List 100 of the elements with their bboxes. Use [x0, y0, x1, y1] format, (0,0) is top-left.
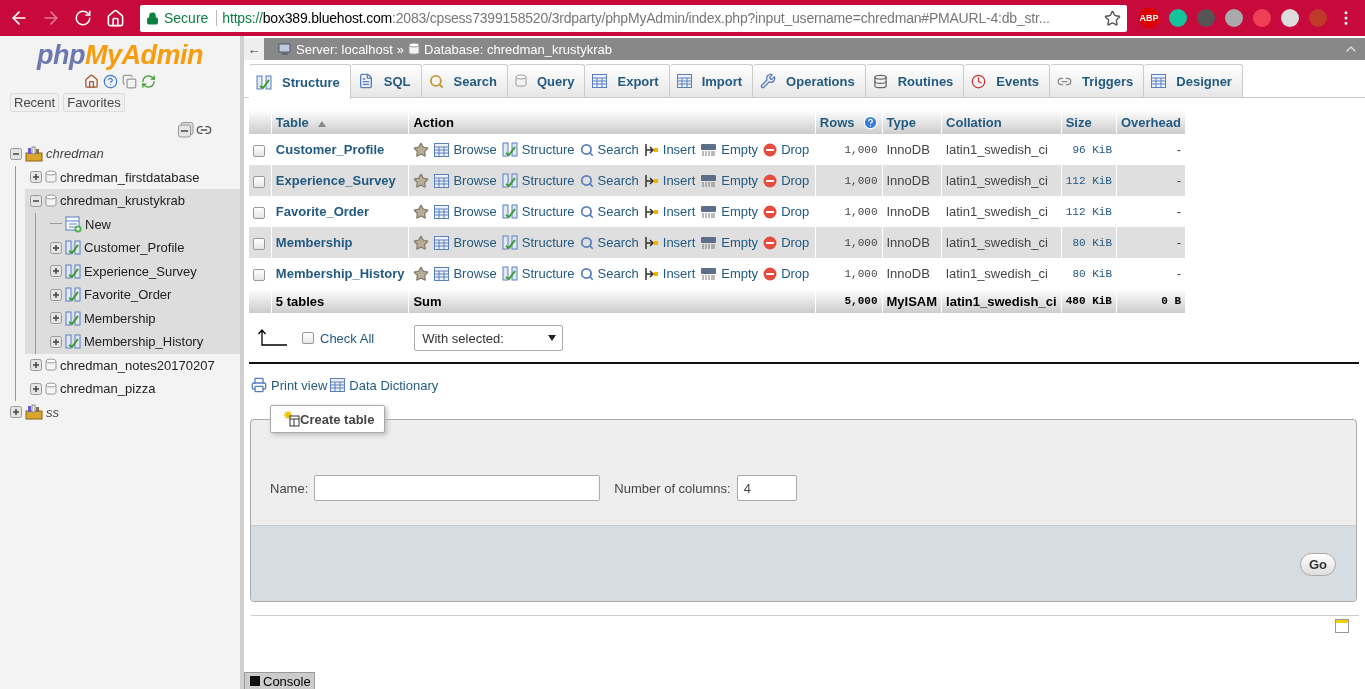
extension-icon[interactable]	[1225, 9, 1243, 27]
insert-link[interactable]: Insert	[643, 173, 696, 188]
size-link[interactable]: 96 KiB	[1072, 143, 1112, 156]
checkbox[interactable]	[253, 268, 265, 281]
tab[interactable]: Routines	[865, 64, 965, 97]
expand-icon[interactable]	[50, 288, 62, 301]
browse-link[interactable]: Browse	[434, 235, 497, 250]
tree-item[interactable]: New	[85, 216, 111, 232]
table-link[interactable]: Favorite_Order	[275, 204, 370, 219]
drop-link[interactable]: Drop	[763, 266, 810, 281]
tree-item[interactable]: Membership	[84, 310, 156, 326]
search-link[interactable]: Search	[579, 235, 639, 250]
tree-item[interactable]: Customer_Profile	[84, 240, 185, 256]
tab[interactable]: Triggers	[1050, 64, 1145, 97]
structure-link[interactable]: Structure	[501, 266, 575, 281]
adblock-extension[interactable]: ABP	[1139, 8, 1159, 28]
table-link[interactable]: Customer_Profile	[275, 142, 385, 157]
size-link[interactable]: 112 KiB	[1065, 174, 1112, 187]
column-header[interactable]: Type	[882, 110, 942, 134]
breadcrumb-link[interactable]: Server: localhost	[296, 41, 393, 57]
checkbox[interactable]	[302, 332, 314, 344]
empty-link[interactable]: Empty	[700, 142, 759, 157]
go-button[interactable]: Go	[1299, 553, 1336, 576]
sidebar-button[interactable]: Recent	[10, 93, 60, 112]
expand-icon[interactable]	[50, 312, 62, 325]
expand-icon[interactable]	[30, 171, 42, 184]
tree-item[interactable]: Favorite_Order	[84, 287, 172, 303]
drop-link[interactable]: Drop	[763, 142, 810, 157]
tab[interactable]: SQL	[350, 64, 422, 97]
structure-link[interactable]: Structure	[501, 142, 575, 157]
tree-item[interactable]: ss	[46, 404, 59, 420]
checkbox[interactable]	[253, 206, 265, 219]
empty-link[interactable]: Empty	[700, 204, 759, 219]
dictionary-link[interactable]: Data Dictionary	[330, 377, 439, 393]
empty-link[interactable]: Empty	[700, 173, 759, 188]
expand-icon[interactable]	[30, 359, 42, 372]
back-button[interactable]: ←	[244, 38, 264, 60]
size-link[interactable]: 112 KiB	[1065, 205, 1112, 218]
tab[interactable]: Query	[507, 64, 586, 97]
favorite-icon[interactable]	[413, 234, 430, 251]
name-field[interactable]	[314, 475, 601, 501]
column-header[interactable]: Overhead	[1117, 110, 1185, 134]
search-link[interactable]: Search	[579, 173, 639, 188]
size-link[interactable]: 80 KiB	[1072, 236, 1112, 249]
checkbox[interactable]	[253, 237, 265, 250]
home-icon[interactable]	[105, 8, 125, 28]
table-link[interactable]: Membership	[275, 235, 353, 250]
tree-item[interactable]: Membership_History	[84, 334, 204, 350]
reload-icon[interactable]	[74, 9, 92, 27]
console-tab[interactable]: Console	[244, 672, 315, 689]
browse-link[interactable]: Browse	[434, 173, 497, 188]
structure-link[interactable]: Structure	[501, 173, 575, 188]
expand-icon[interactable]	[50, 335, 62, 348]
tab[interactable]: Export	[585, 64, 670, 97]
table-link[interactable]: Experience_Survey	[275, 173, 396, 188]
search-link[interactable]: Search	[579, 266, 639, 281]
check-all-link[interactable]: Check All	[320, 330, 375, 346]
extension-icon[interactable]	[1169, 9, 1187, 27]
column-header[interactable]: Table	[271, 110, 409, 134]
note-icon[interactable]	[1335, 619, 1349, 633]
table-link[interactable]: Membership_History	[275, 266, 405, 281]
extension-icon[interactable]	[1281, 9, 1299, 27]
tree-item[interactable]: chredman_notes20170207	[60, 357, 215, 373]
collapse-all-icon[interactable]	[178, 122, 194, 138]
tree-item[interactable]: chredman_firstdatabase	[60, 169, 200, 185]
with-selected-dropdown[interactable]: With selected:	[414, 325, 564, 351]
breadcrumb-link[interactable]: Database: chredman_krustykrab	[424, 41, 612, 57]
structure-link[interactable]: Structure	[501, 204, 575, 219]
home-icon[interactable]	[84, 74, 99, 89]
bookmark-icon[interactable]	[1104, 9, 1121, 27]
browse-link[interactable]: Browse	[434, 142, 497, 157]
docs-icon[interactable]	[122, 74, 137, 89]
collapse-icon[interactable]	[10, 147, 22, 160]
column-header[interactable]: Collation	[942, 110, 1061, 134]
expand-icon[interactable]	[50, 265, 62, 278]
favorite-icon[interactable]	[413, 141, 430, 158]
tree-item[interactable]: chredman	[46, 146, 104, 162]
drop-link[interactable]: Drop	[763, 204, 810, 219]
address-bar[interactable]: Secure https://box389.bluehost.com:2083/cpsess7399158520/3rdparty/phpMyAdmin/index.php?input_username=chredman#PMAURL-4:db_str...	[140, 4, 1127, 32]
tab[interactable]: Structure	[249, 64, 351, 99]
sidebar-button[interactable]: Favorites	[63, 93, 125, 112]
tree-item[interactable]: chredman_pizza	[60, 381, 156, 397]
favorite-icon[interactable]	[413, 265, 430, 282]
size-link[interactable]: 80 KiB	[1072, 267, 1112, 280]
expand-icon[interactable]	[10, 406, 22, 419]
favorite-icon[interactable]	[413, 172, 430, 189]
insert-link[interactable]: Insert	[643, 266, 696, 281]
column-header[interactable]: Rows	[815, 110, 882, 134]
browse-link[interactable]: Browse	[434, 266, 497, 281]
collapse-icon[interactable]	[30, 194, 42, 207]
structure-link[interactable]: Structure	[501, 235, 575, 250]
reload-icon[interactable]	[141, 74, 156, 89]
favorite-icon[interactable]	[413, 203, 430, 220]
search-link[interactable]: Search	[579, 142, 639, 157]
columns-field[interactable]: 4	[736, 475, 797, 501]
drop-link[interactable]: Drop	[763, 235, 810, 250]
help-icon[interactable]	[103, 74, 118, 89]
browse-link[interactable]: Browse	[434, 204, 497, 219]
tree-item[interactable]: Experience_Survey	[84, 263, 197, 279]
print-link[interactable]: Print view	[251, 377, 328, 393]
